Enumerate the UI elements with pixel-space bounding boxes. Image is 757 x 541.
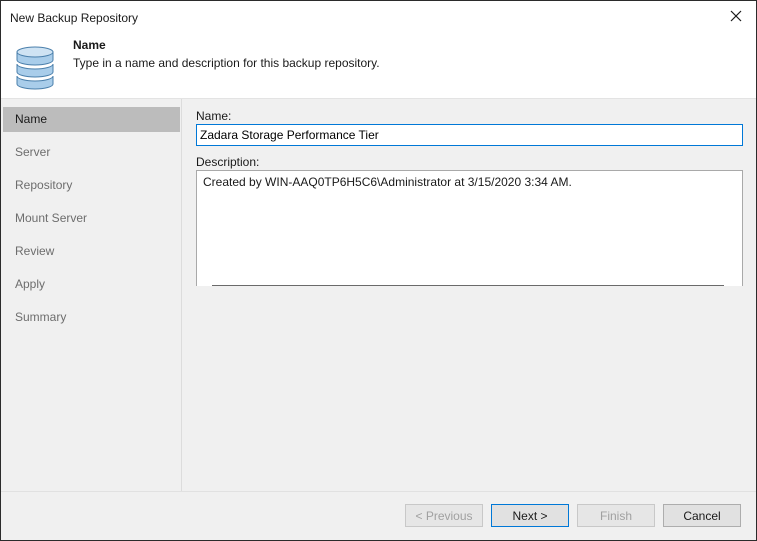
previous-button[interactable]: < Previous [405,504,483,527]
database-icon [15,44,55,95]
step-review[interactable]: Review [1,239,180,264]
wizard-window: New Backup Repository Name Type in a nam… [0,0,757,541]
step-apply[interactable]: Apply [1,272,180,297]
step-mount-server[interactable]: Mount Server [1,206,180,231]
window-title: New Backup Repository [10,11,139,25]
wizard-steps: Name Server Repository Mount Server Revi… [1,99,182,491]
step-name[interactable]: Name [3,107,180,132]
description-text: Created by WIN-AAQ0TP6H5C6\Administrator… [203,175,572,189]
header-title: Name [73,38,106,52]
cancel-button[interactable]: Cancel [663,504,741,527]
textarea-scrollbar-line [212,285,724,286]
step-repository[interactable]: Repository [1,173,180,198]
wizard-header: Name Type in a name and description for … [1,34,756,99]
name-label: Name: [196,109,232,123]
finish-button[interactable]: Finish [577,504,655,527]
title-bar: New Backup Repository [1,1,756,34]
close-button[interactable] [722,5,750,29]
description-label: Description: [196,155,260,169]
close-icon [730,10,742,25]
wizard-content: Name: Description: Created by WIN-AAQ0TP… [183,99,756,491]
header-description: Type in a name and description for this … [73,56,380,70]
name-input[interactable] [196,124,743,146]
step-summary[interactable]: Summary [1,305,180,330]
next-button[interactable]: Next > [491,504,569,527]
wizard-footer: < Previous Next > Finish Cancel [1,491,756,540]
description-textarea[interactable]: Created by WIN-AAQ0TP6H5C6\Administrator… [196,170,743,286]
step-server[interactable]: Server [1,140,180,165]
